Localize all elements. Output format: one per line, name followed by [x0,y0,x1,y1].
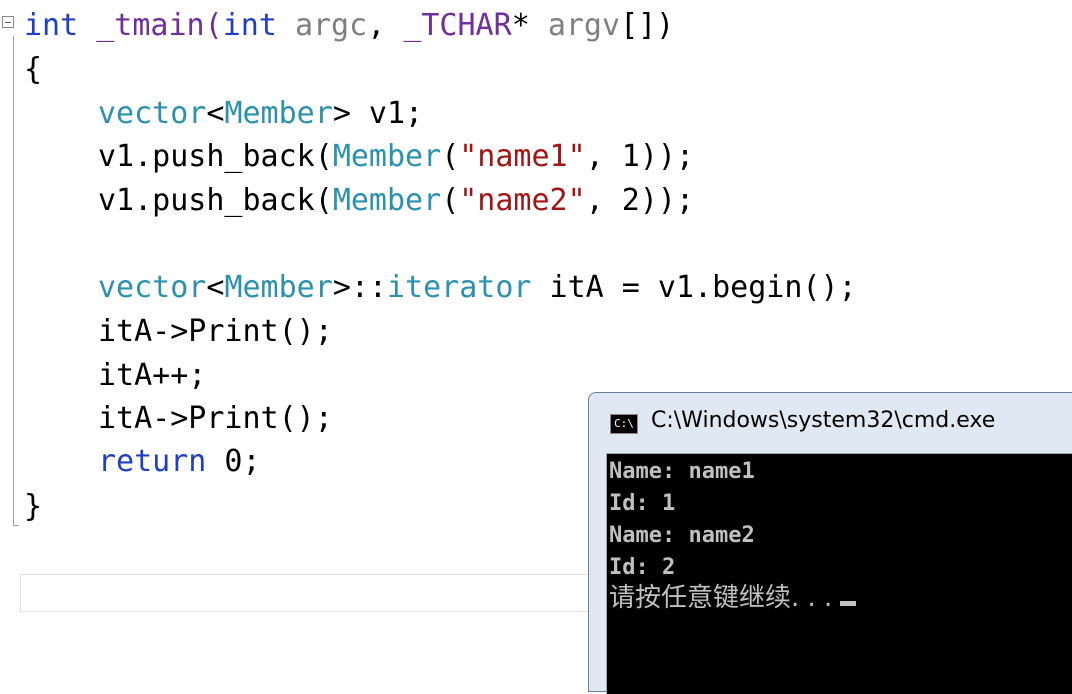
type-tchar: _TCHAR [403,8,512,43]
code-line-12: } [24,489,43,524]
code-text: ( [441,139,460,174]
code-line-7: vector<Member>::iterator itA = v1.begin(… [98,266,857,310]
console-cursor [840,601,857,606]
type-member: Member [224,96,333,131]
cmd-titlebar[interactable]: C:\ C:\Windows\system32\cmd.exe [589,393,1072,451]
string-literal: "name1" [459,139,586,174]
code-text: < [206,96,225,131]
keyword-int: int [222,8,277,43]
code-text: []) [620,8,675,43]
fold-guide-line [13,36,14,526]
code-line-8: itA->Print(); [98,314,333,349]
code-line-10: itA->Print(); [98,401,333,436]
code-text: 0; [206,444,261,479]
console-line: Id: 1 [609,491,676,516]
cmd-window[interactable]: C:\ C:\Windows\system32\cmd.exe Name: na… [588,392,1072,694]
collapse-icon[interactable] [2,16,14,28]
code-text: * [511,8,548,43]
console-icon: C:\ [610,414,638,434]
code-text: itA = v1.begin(); [531,270,857,305]
type-vector: vector [98,270,207,305]
keyword-return: return [98,444,207,479]
code-text: v1.push_back( [98,183,333,218]
console-line: Id: 2 [609,555,676,580]
console-prompt-text: 请按任意键继续. . . [609,583,833,613]
code-text: < [206,270,225,305]
code-text: ( [441,183,460,218]
function-name: _tmain( [78,8,223,43]
code-line-9: itA++; [98,358,207,393]
type-iterator: iterator [387,270,532,305]
console-line: Name: name1 [609,459,755,484]
code-text: , [367,8,404,43]
code-line-4: v1.push_back(Member("name1", 1)); [98,135,694,179]
console-line: Name: name2 [609,523,755,548]
code-line-11: return 0; [98,440,261,484]
type-vector: vector [98,96,207,131]
code-text: v1.push_back( [98,139,333,174]
param-argv: argv [547,8,621,43]
fold-guide-end [13,525,19,526]
editor-bottom-box [20,574,590,612]
console-prompt-line: 请按任意键继续. . . [609,582,857,614]
code-text: , 1)); [585,139,695,174]
code-line-5: v1.push_back(Member("name2", 2)); [98,179,694,223]
code-text: > v1; [332,96,424,131]
keyword-int: int [24,8,79,43]
code-line-2: { [24,52,43,87]
code-line-1: int _tmain(int argc, _TCHAR* argv[]) [24,4,674,48]
code-text: , 2)); [585,183,695,218]
cmd-window-title: C:\Windows\system32\cmd.exe [651,408,996,433]
string-literal: "name2" [459,183,586,218]
type-member: Member [332,139,442,174]
code-text: >:: [332,270,387,305]
type-member: Member [224,270,333,305]
console-output[interactable]: Name: name1 Id: 1 Name: name2 Id: 2 请按任意… [606,453,1072,694]
param-argc: argc [294,8,368,43]
type-member: Member [332,183,442,218]
code-line-3: vector<Member> v1; [98,92,423,136]
